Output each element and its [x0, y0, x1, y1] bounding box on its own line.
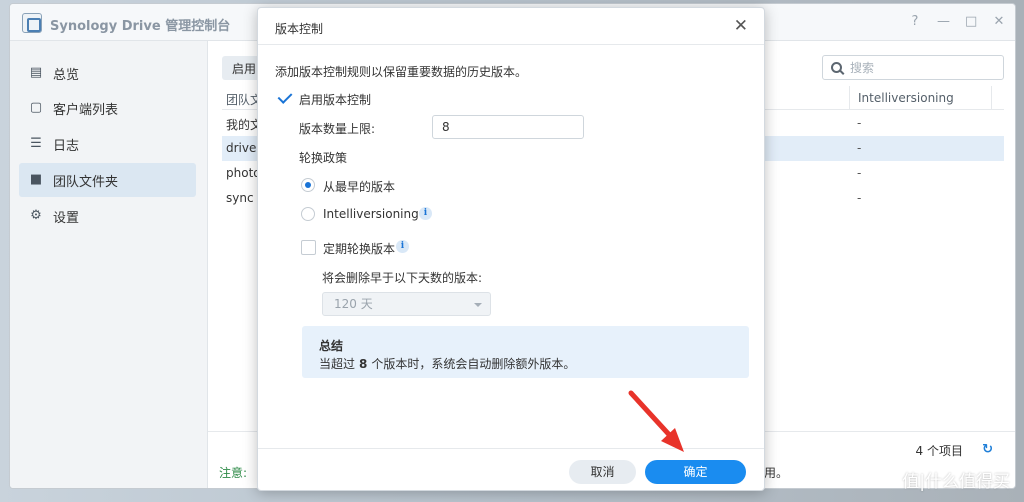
summary-title: 总结 [319, 339, 344, 353]
max-versions-label: 版本数量上限: [299, 122, 376, 136]
search-input[interactable]: 搜索 [822, 55, 1004, 80]
sidebar-item-label: 日志 [53, 138, 80, 154]
note-text: 用。 [764, 466, 789, 480]
help-icon[interactable]: ? [909, 14, 921, 29]
client-list-icon: ▢ [29, 100, 43, 115]
info-icon[interactable]: i [396, 240, 409, 253]
cancel-button[interactable]: 取消 [569, 460, 636, 484]
app-title: Synology Drive 管理控制台 [50, 19, 231, 34]
max-versions-field[interactable]: 8 [432, 115, 584, 139]
log-icon: ☰ [30, 136, 42, 151]
summary-text: 当超过 8 个版本时，系统会自动删除额外版本。 [319, 355, 575, 372]
version-control-dialog: 版本控制 ✕ 添加版本控制规则以保留重要数据的历史版本。 启用版本控制 版本数量… [257, 7, 765, 491]
close-window-icon[interactable]: ✕ [993, 14, 1005, 29]
overview-icon: ▤ [29, 65, 43, 80]
row-value: - [857, 166, 862, 180]
info-icon[interactable]: i [419, 207, 432, 220]
scheduled-rotation-label: 定期轮换版本 [323, 242, 396, 256]
row-value: - [857, 191, 862, 205]
sidebar-item-log[interactable]: ☰ 日志 [19, 127, 196, 161]
rotation-policy-label: 轮换政策 [299, 151, 348, 165]
column-divider [991, 86, 992, 110]
enable-button[interactable]: 启用 [222, 56, 262, 80]
watermark-text: 值|什么值得买 [902, 472, 1010, 492]
row-name: sync [226, 191, 254, 205]
sidebar: ▤ 总览 ▢ 客户端列表 ☰ 日志 ■ 团队文件夹 ⚙ 设置 [10, 41, 207, 488]
team-folder-icon: ■ [29, 172, 43, 187]
row-name: drive [226, 141, 257, 155]
radio-intelliversioning[interactable] [301, 207, 315, 221]
watermark: 值|什么值得买 [902, 467, 1010, 492]
dialog-title: 版本控制 [275, 22, 324, 36]
enable-version-control-label: 启用版本控制 [299, 93, 372, 107]
search-icon [831, 62, 842, 73]
refresh-icon[interactable]: ↻ [982, 442, 993, 457]
intelliversioning-label: Intelliversioning [323, 207, 419, 221]
summary-suffix: 个版本时，系统会自动删除额外版本。 [371, 357, 576, 371]
settings-gear-icon: ⚙ [30, 208, 42, 223]
sidebar-item-label: 客户端列表 [53, 102, 119, 118]
window-controls: ? — □ ✕ [909, 14, 1005, 29]
sidebar-item-overview[interactable]: ▤ 总览 [19, 56, 196, 90]
ok-button[interactable]: 确定 [645, 460, 746, 484]
note-label: 注意: [219, 466, 248, 480]
dialog-footer-divider [258, 448, 764, 449]
summary-prefix: 当超过 [319, 357, 356, 371]
scheduled-rotation-checkbox[interactable] [301, 240, 316, 255]
summary-box: 总结 当超过 8 个版本时，系统会自动删除额外版本。 [302, 326, 749, 378]
days-select-value: 120 天 [334, 297, 373, 311]
radio-oldest-version[interactable] [301, 178, 315, 192]
delete-days-label: 将会删除早于以下天数的版本: [322, 271, 483, 285]
column-header-intelliversioning[interactable]: Intelliversioning [849, 86, 954, 110]
item-count: 4 个项目 [915, 444, 963, 458]
oldest-version-label: 从最早的版本 [323, 180, 396, 194]
dialog-description: 添加版本控制规则以保留重要数据的历史版本。 [275, 65, 528, 79]
close-icon[interactable]: ✕ [734, 16, 748, 36]
search-placeholder: 搜索 [850, 61, 875, 75]
synology-drive-logo-icon [22, 13, 42, 33]
dialog-header-divider [258, 44, 764, 45]
sidebar-item-label: 团队文件夹 [53, 174, 119, 190]
row-value: - [857, 116, 862, 130]
sidebar-item-label: 总览 [53, 67, 80, 83]
sidebar-item-client-list[interactable]: ▢ 客户端列表 [19, 91, 196, 125]
sidebar-item-settings[interactable]: ⚙ 设置 [19, 199, 196, 233]
maximize-icon[interactable]: □ [965, 14, 977, 29]
sidebar-item-label: 设置 [53, 210, 80, 226]
row-name: photo [226, 166, 261, 180]
sidebar-item-team-folder[interactable]: ■ 团队文件夹 [19, 163, 196, 197]
chevron-down-icon [474, 303, 482, 307]
enable-version-control-checkbox[interactable] [277, 90, 292, 105]
days-select[interactable]: 120 天 [322, 292, 491, 316]
row-value: - [857, 141, 862, 155]
summary-count: 8 [359, 357, 368, 371]
minimize-icon[interactable]: — [937, 14, 950, 29]
